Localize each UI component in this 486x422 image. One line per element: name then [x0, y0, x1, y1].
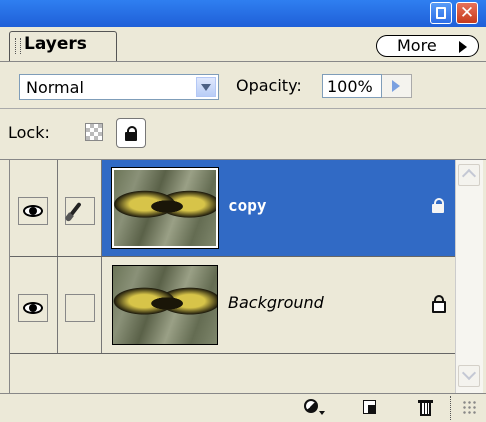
vertical-scrollbar[interactable]: [455, 160, 483, 393]
more-button[interactable]: More: [376, 35, 479, 57]
visibility-toggle[interactable]: [18, 197, 48, 225]
link-cell[interactable]: [58, 160, 102, 256]
lock-transparency-icon[interactable]: [85, 123, 103, 141]
layer-thumbnail: [111, 167, 219, 249]
layer-name-area[interactable]: Background: [102, 257, 456, 353]
tab-layers[interactable]: Layers: [9, 31, 117, 61]
layer-thumbnail: [112, 265, 218, 345]
lock-row: Lock:: [0, 109, 486, 160]
trash-icon[interactable]: [416, 398, 438, 418]
visibility-toggle[interactable]: [18, 294, 48, 322]
visibility-cell[interactable]: [10, 257, 58, 353]
window-title-bar: ✕: [0, 0, 486, 27]
restore-button[interactable]: [430, 2, 452, 24]
layers-list: copy Background: [9, 160, 456, 393]
opacity-value: 100%: [327, 77, 373, 96]
layer-name: Background: [228, 293, 324, 312]
layer-name-area[interactable]: copy: [102, 160, 456, 256]
lock-all-button[interactable]: [116, 118, 146, 148]
panel-footer: [0, 393, 486, 422]
lock-icon: [125, 126, 137, 141]
blend-mode-value: Normal: [26, 78, 84, 97]
chevron-down-icon[interactable]: [196, 77, 216, 97]
layer-name: copy: [228, 196, 267, 215]
eye-icon: [23, 302, 43, 314]
tab-layers-label: Layers: [24, 34, 87, 54]
tab-row: Layers More: [0, 27, 486, 62]
layer-row-background[interactable]: Background: [10, 257, 456, 354]
lock-label: Lock:: [8, 123, 50, 142]
opacity-input[interactable]: 100%: [322, 74, 382, 98]
link-cell[interactable]: [58, 257, 102, 353]
more-button-label: More: [397, 36, 437, 55]
blend-mode-select[interactable]: Normal: [19, 74, 219, 100]
divider: [450, 396, 452, 420]
paint-toggle[interactable]: [65, 294, 95, 322]
eye-icon: [23, 205, 43, 217]
lock-icon: [432, 198, 444, 213]
close-button[interactable]: ✕: [456, 2, 478, 24]
lock-outline-icon: [432, 295, 446, 313]
visibility-cell[interactable]: [10, 160, 58, 256]
opacity-label: Opacity:: [236, 76, 302, 95]
grip-icon: [15, 38, 21, 54]
layer-row-copy[interactable]: copy: [10, 160, 456, 257]
brush-icon: [66, 201, 82, 221]
new-layer-icon[interactable]: [360, 398, 382, 418]
opacity-slider-button[interactable]: [382, 74, 412, 98]
play-arrow-icon: [459, 41, 467, 53]
adjustment-layer-icon[interactable]: [302, 398, 325, 418]
scroll-up-button[interactable]: [458, 164, 480, 186]
scroll-down-button[interactable]: [458, 365, 480, 387]
paint-toggle[interactable]: [65, 197, 95, 225]
options-row: Normal Opacity: 100%: [0, 62, 486, 109]
resize-grip-icon[interactable]: [462, 400, 478, 416]
